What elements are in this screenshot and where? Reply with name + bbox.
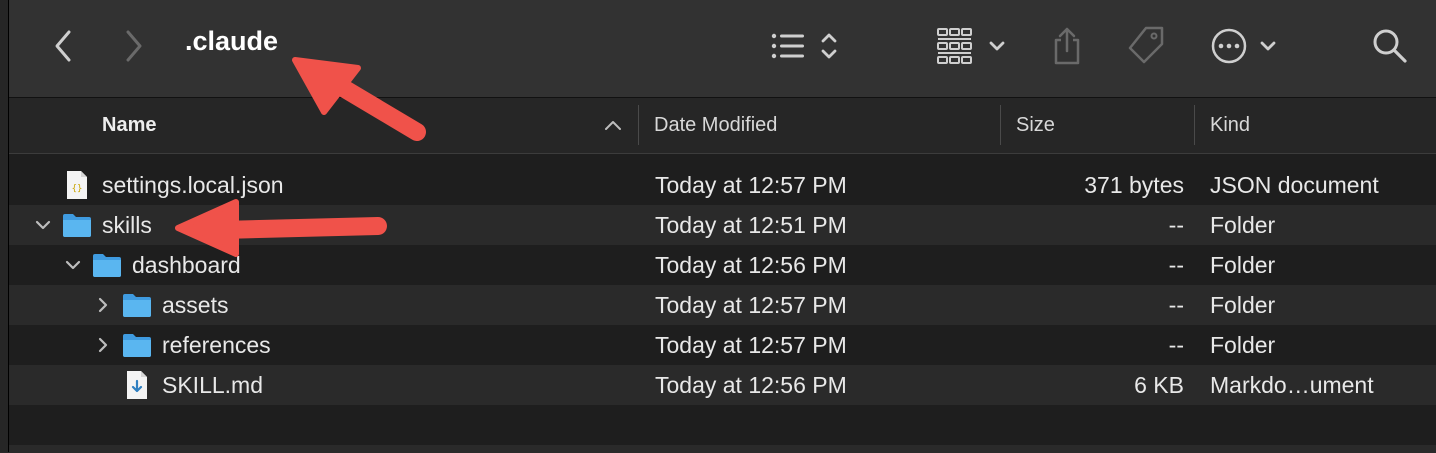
folder-icon (92, 252, 122, 284)
json-file-icon: {} (65, 170, 89, 206)
file-name: SKILL.md (162, 371, 263, 398)
window-left-edge (0, 0, 9, 452)
chevron-right-icon (126, 30, 142, 62)
column-header-kind[interactable]: Kind (1210, 98, 1250, 153)
markdown-file-icon (125, 370, 149, 406)
file-name: skills (102, 211, 152, 238)
more-icon (1211, 28, 1276, 64)
folder-icon (122, 332, 152, 364)
tag-icon (1128, 26, 1164, 64)
file-kind: Folder (1210, 331, 1276, 358)
folder-icon (122, 292, 152, 324)
column-header-size[interactable]: Size (1016, 98, 1055, 153)
file-date-modified: Today at 12:51 PM (655, 211, 847, 238)
file-name: assets (162, 291, 229, 318)
file-kind: Folder (1210, 251, 1276, 278)
file-row[interactable]: assets Today at 12:57 PM -- Folder (0, 285, 1436, 325)
tag-button[interactable] (1124, 22, 1168, 70)
file-date-modified: Today at 12:56 PM (655, 251, 847, 278)
group-view-icon (937, 28, 1005, 64)
forward-button[interactable] (117, 28, 151, 64)
file-kind: Folder (1210, 291, 1276, 318)
disclosure-expanded-icon[interactable] (33, 205, 53, 245)
file-row[interactable]: SKILL.md Today at 12:56 PM 6 KB Markdo…umen… (0, 365, 1436, 405)
svg-text:{}: {} (72, 184, 83, 194)
file-date-modified: Today at 12:56 PM (655, 371, 847, 398)
file-name: references (162, 331, 271, 358)
view-options-button[interactable] (770, 22, 840, 70)
column-header-name[interactable]: Name (102, 98, 156, 153)
file-row[interactable]: references Today at 12:57 PM -- Folder (0, 325, 1436, 365)
file-kind: Markdo…ument (1210, 371, 1374, 398)
file-size: 6 KB (1134, 371, 1184, 398)
file-size: -- (1168, 291, 1184, 318)
file-name: dashboard (132, 251, 241, 278)
file-row[interactable]: {} settings.local.json Today at 12:57 PM 37… (0, 165, 1436, 205)
disclosure-collapsed-icon[interactable] (93, 285, 113, 325)
share-button[interactable] (1051, 22, 1083, 70)
file-date-modified: Today at 12:57 PM (655, 331, 847, 358)
file-size: -- (1168, 331, 1184, 358)
search-icon (1373, 29, 1407, 63)
more-actions-button[interactable] (1210, 22, 1282, 70)
file-kind: JSON document (1210, 171, 1379, 198)
group-button[interactable] (936, 22, 1010, 70)
sort-ascending-icon[interactable] (604, 118, 622, 132)
chevron-left-icon (55, 30, 71, 62)
search-button[interactable] (1372, 22, 1408, 70)
file-row[interactable]: skills Today at 12:51 PM -- Folder (0, 205, 1436, 245)
folder-icon (62, 212, 92, 244)
column-divider[interactable] (638, 105, 639, 145)
file-kind: Folder (1210, 211, 1276, 238)
column-header-bar: Name Date Modified Size Kind (0, 98, 1436, 154)
file-date-modified: Today at 12:57 PM (655, 171, 847, 198)
column-header-date[interactable]: Date Modified (654, 98, 777, 153)
file-row[interactable]: dashboard Today at 12:56 PM -- Folder (0, 245, 1436, 285)
share-icon (1054, 27, 1080, 65)
window-title: .claude (185, 26, 279, 56)
file-size: -- (1168, 251, 1184, 278)
column-divider[interactable] (1194, 105, 1195, 145)
file-name: settings.local.json (102, 171, 284, 198)
file-size: 371 bytes (1084, 171, 1184, 198)
column-divider[interactable] (1000, 105, 1001, 145)
back-button[interactable] (46, 28, 80, 64)
disclosure-collapsed-icon[interactable] (93, 325, 113, 365)
toolbar: .claude (0, 0, 1436, 98)
file-size: -- (1168, 211, 1184, 238)
list-view-icon (771, 33, 837, 59)
disclosure-expanded-icon[interactable] (63, 245, 83, 285)
file-date-modified: Today at 12:57 PM (655, 291, 847, 318)
